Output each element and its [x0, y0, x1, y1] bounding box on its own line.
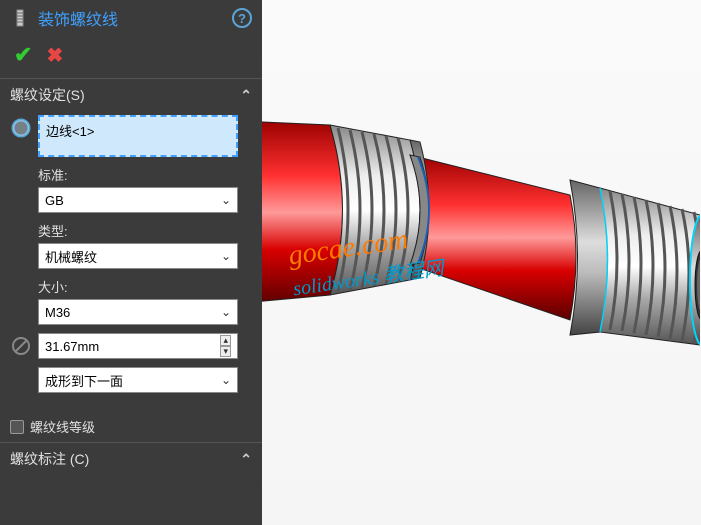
size-value: M36	[45, 305, 70, 320]
chevron-up-icon: ⌃	[240, 451, 252, 468]
standard-label: 标准:	[38, 165, 252, 184]
standard-select[interactable]: GB ⌄	[38, 187, 238, 213]
thread-grade-row[interactable]: 螺纹线等级	[0, 411, 262, 442]
standard-value: GB	[45, 193, 64, 208]
cosmetic-thread-icon	[10, 8, 30, 28]
edge-value: 边线<1>	[46, 121, 94, 140]
depth-value: 31.67mm	[45, 339, 99, 354]
section-thread-settings-header[interactable]: 螺纹设定(S) ⌃	[0, 78, 262, 111]
action-row: ✔ ✖	[0, 38, 262, 78]
type-select[interactable]: 机械螺纹 ⌄	[38, 243, 238, 269]
chevron-down-icon: ⌄	[221, 249, 231, 263]
depth-spinner[interactable]: 31.67mm ▴ ▾	[38, 333, 238, 359]
diameter-icon	[10, 335, 32, 357]
chevron-down-icon: ⌄	[221, 193, 231, 207]
chevron-up-icon: ⌃	[240, 87, 252, 104]
size-label: 大小:	[38, 277, 252, 296]
spinner-buttons[interactable]: ▴ ▾	[220, 335, 231, 357]
end-condition-value: 成形到下一面	[45, 371, 123, 390]
size-select[interactable]: M36 ⌄	[38, 299, 238, 325]
chevron-down-icon: ⌄	[221, 373, 231, 387]
edge-selection-input[interactable]: 边线<1>	[38, 115, 238, 157]
spinner-down-icon[interactable]: ▾	[220, 346, 231, 357]
section-thread-settings-body: 边线<1> 标准: GB ⌄ 类型: 机械螺纹 ⌄ 大小: M36 ⌄	[0, 111, 262, 411]
panel-header: 装饰螺纹线 ?	[0, 0, 262, 38]
shaft-model	[260, 80, 700, 450]
section-thread-callout-header[interactable]: 螺纹标注 (C) ⌃	[0, 442, 262, 475]
spinner-up-icon[interactable]: ▴	[220, 335, 231, 346]
section-title: 螺纹标注 (C)	[10, 449, 89, 469]
type-value: 机械螺纹	[45, 247, 97, 266]
cancel-button[interactable]: ✖	[46, 43, 63, 68]
thread-grade-label: 螺纹线等级	[30, 417, 95, 436]
panel-title: 装饰螺纹线	[38, 6, 224, 30]
edge-selection-icon	[10, 117, 32, 139]
chevron-down-icon: ⌄	[221, 305, 231, 319]
thread-grade-checkbox[interactable]	[10, 420, 24, 434]
help-icon[interactable]: ?	[232, 8, 252, 28]
type-label: 类型:	[38, 221, 252, 240]
end-condition-select[interactable]: 成形到下一面 ⌄	[38, 367, 238, 393]
property-panel: 装饰螺纹线 ? ✔ ✖ 螺纹设定(S) ⌃ 边线<1> 标准: GB ⌄ 类型:	[0, 0, 262, 525]
section-title: 螺纹设定(S)	[10, 85, 85, 105]
ok-button[interactable]: ✔	[14, 42, 32, 68]
